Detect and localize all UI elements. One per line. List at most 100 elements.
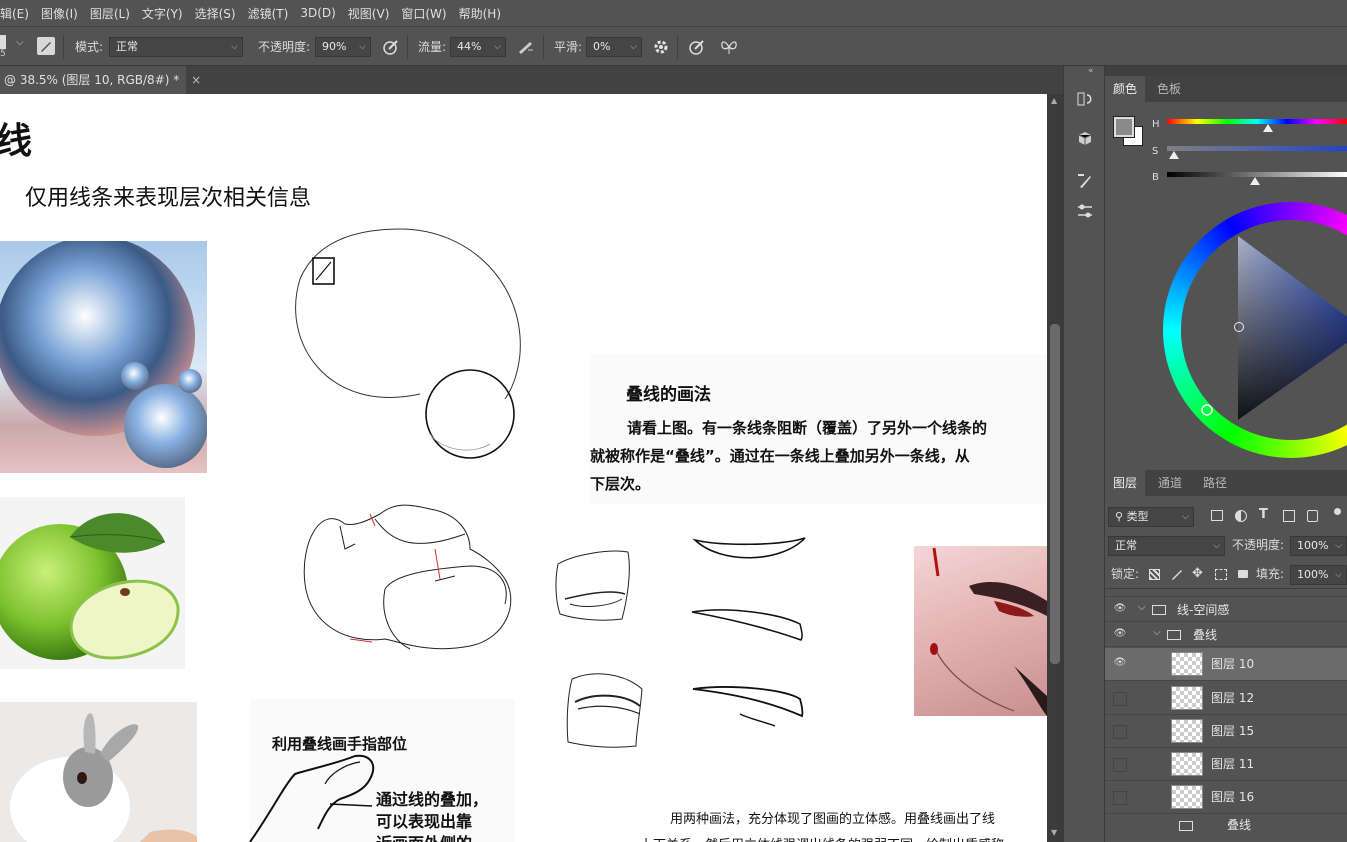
layers-panel-tabs: 图层 通道 路径 [1105, 470, 1347, 496]
filter-type-icon[interactable]: T [1259, 507, 1268, 522]
eye-icon[interactable]: 👁 [1113, 603, 1127, 617]
scroll-up-arrow[interactable]: ▲ [1051, 96, 1057, 105]
brightness-slider-thumb[interactable] [1250, 177, 1261, 185]
3d-cube-icon[interactable] [1076, 130, 1094, 148]
flow-field[interactable]: 44% ⌵ [450, 37, 506, 57]
hue-slider-thumb[interactable] [1262, 124, 1273, 132]
brush-panel-icon[interactable] [1076, 172, 1094, 190]
close-icon[interactable]: × [191, 73, 201, 87]
menu-bar: 辑(E) 图像(I) 图层(L) 文字(Y) 选择(S) 滤镜(T) 3D(D)… [0, 0, 1347, 26]
layer-group-next[interactable]: 叠线 [1105, 815, 1347, 842]
saturation-slider-track[interactable] [1167, 146, 1347, 151]
pressure-opacity-icon[interactable] [382, 38, 400, 56]
visibility-box-icon[interactable] [1113, 692, 1127, 706]
sv-triangle[interactable] [1105, 190, 1347, 466]
document-canvas[interactable]: 线 仅用线条来表现层次相关信息 叠线的画法 请看上图。有一条线条阻断（覆盖）了另… [0, 94, 1047, 842]
document-tab-bar: @ 38.5% (图层 10, RGB/8#) * × [0, 66, 1063, 94]
layer-row-3[interactable]: 图层 15 [1105, 715, 1347, 748]
lock-position-move-icon[interactable]: ✥ [1192, 566, 1203, 581]
visibility-box-icon[interactable] [1113, 791, 1127, 805]
bottom-line-2: 上下关系，然后用立体线强调出线条的强弱不同，绘制出质感称 [640, 834, 1004, 842]
scroll-down-arrow[interactable]: ▼ [1051, 828, 1057, 837]
filter-smart-object-icon[interactable] [1307, 510, 1318, 522]
lock-pixels-brush-icon[interactable] [1170, 567, 1184, 581]
symmetry-butterfly-icon[interactable] [719, 38, 739, 56]
fill-label: 填充: [1256, 567, 1285, 581]
layer-group-row-partial[interactable] [1105, 589, 1347, 597]
tab-layers[interactable]: 图层 [1105, 470, 1146, 496]
layer-group-outer[interactable]: 👁 ⌵ 线-空间感 [1105, 598, 1347, 622]
visibility-box-icon[interactable] [1113, 725, 1127, 739]
tab-channels[interactable]: 通道 [1150, 470, 1190, 496]
apple-sketch [303, 504, 512, 650]
layer-filter-kind: 类型 [1126, 510, 1149, 523]
lock-all-padlock-icon[interactable] [1238, 570, 1248, 578]
document-tab[interactable]: @ 38.5% (图层 10, RGB/8#) * × [0, 66, 201, 94]
color-wheel[interactable] [1105, 190, 1347, 466]
tab-swatches[interactable]: 色板 [1149, 76, 1189, 102]
tab-paths[interactable]: 路径 [1195, 470, 1235, 496]
eye-icon[interactable]: 👁 [1113, 628, 1127, 642]
layer-row-2[interactable]: 图层 12 [1105, 682, 1347, 715]
pressure-size-icon[interactable] [688, 38, 706, 56]
brush-settings-icon[interactable] [37, 37, 55, 55]
scrollbar-thumb[interactable] [1050, 324, 1060, 664]
opacity-label: 不透明度: [258, 40, 311, 54]
menu-type[interactable]: 文字(Y) [136, 5, 189, 22]
filter-toggle-icon[interactable] [1334, 508, 1341, 515]
menu-filter[interactable]: 滤镜(T) [242, 5, 295, 22]
brush-preset-picker[interactable]: 5 ⌵ [0, 33, 28, 61]
layer-filter-select[interactable]: ⚲ 类型 ⌵ [1108, 507, 1194, 527]
layer-row-1[interactable]: 👁 图层 10 [1105, 648, 1347, 681]
slider-label-h: H [1152, 119, 1160, 130]
layer-row-4[interactable]: 图层 11 [1105, 748, 1347, 781]
adjustments-sliders-icon[interactable] [1076, 202, 1094, 220]
lock-label: 锁定: [1111, 567, 1140, 581]
chevron-down-icon[interactable]: ⌵ [1153, 627, 1161, 638]
chevron-down-icon: ⌵ [16, 37, 24, 48]
tab-color[interactable]: 颜色 [1105, 76, 1146, 102]
hue-slider-track[interactable] [1167, 119, 1347, 124]
airbrush-icon[interactable] [516, 38, 536, 56]
filter-shape-icon[interactable] [1283, 510, 1295, 522]
menu-view[interactable]: 视图(V) [342, 5, 396, 22]
opacity-field[interactable]: 90% ⌵ [315, 37, 371, 57]
menu-3d[interactable]: 3D(D) [294, 6, 341, 20]
document-tab-title: @ 38.5% (图层 10, RGB/8#) * [4, 73, 180, 87]
menu-help[interactable]: 帮助(H) [453, 5, 507, 22]
lock-transparency-icon[interactable] [1149, 569, 1160, 580]
foreground-color-swatch[interactable] [1113, 116, 1135, 138]
canvas-vertical-scrollbar[interactable]: ▲ ▼ [1047, 94, 1063, 842]
mode-select[interactable]: 正常 ⌵ [109, 37, 243, 57]
lock-artboard-icon[interactable] [1215, 569, 1227, 580]
saturation-slider-thumb[interactable] [1169, 151, 1180, 159]
menu-layer[interactable]: 图层(L) [84, 5, 136, 22]
smooth-value: 0% [593, 40, 611, 53]
chevron-down-icon: ⌵ [494, 42, 501, 52]
layer-row-5[interactable]: 图层 16 [1105, 781, 1347, 814]
layer-fill-field[interactable]: 100% ⌵ [1290, 565, 1347, 585]
filter-pixel-icon[interactable] [1211, 510, 1223, 521]
lip-sketch-1 [692, 537, 806, 559]
menu-image[interactable]: 图像(I) [35, 5, 84, 22]
layer-group-inner[interactable]: 👁 ⌵ 叠线 [1105, 623, 1347, 647]
mouth-sketch-1 [555, 550, 630, 621]
menu-edit[interactable]: 辑(E) [0, 5, 35, 22]
layer-opacity-value: 100% [1297, 539, 1329, 552]
mode-label: 模式: [75, 40, 104, 54]
filter-adjustment-icon[interactable] [1235, 510, 1247, 522]
visibility-box-icon[interactable] [1113, 758, 1127, 772]
eye-icon[interactable]: 👁 [1113, 657, 1127, 671]
layer-blend-mode-select[interactable]: 正常 ⌵ [1108, 536, 1225, 556]
menu-select[interactable]: 选择(S) [189, 5, 242, 22]
history-icon[interactable] [1076, 90, 1094, 108]
chevron-down-icon[interactable]: ⌵ [1138, 602, 1146, 613]
menu-window[interactable]: 窗口(W) [395, 5, 452, 22]
gear-icon[interactable] [652, 38, 670, 56]
layer-name: 图层 15 [1211, 724, 1255, 738]
smooth-field[interactable]: 0% ⌵ [586, 37, 642, 57]
overlap-line-2: 就被称作是“叠线”。通过在一条线上叠加另外一条线，从 [590, 447, 970, 465]
finger-line-3: 近画面外侧的 [376, 830, 472, 842]
collapse-arrows-icon[interactable]: « [1088, 66, 1094, 76]
layer-opacity-field[interactable]: 100% ⌵ [1290, 536, 1347, 556]
